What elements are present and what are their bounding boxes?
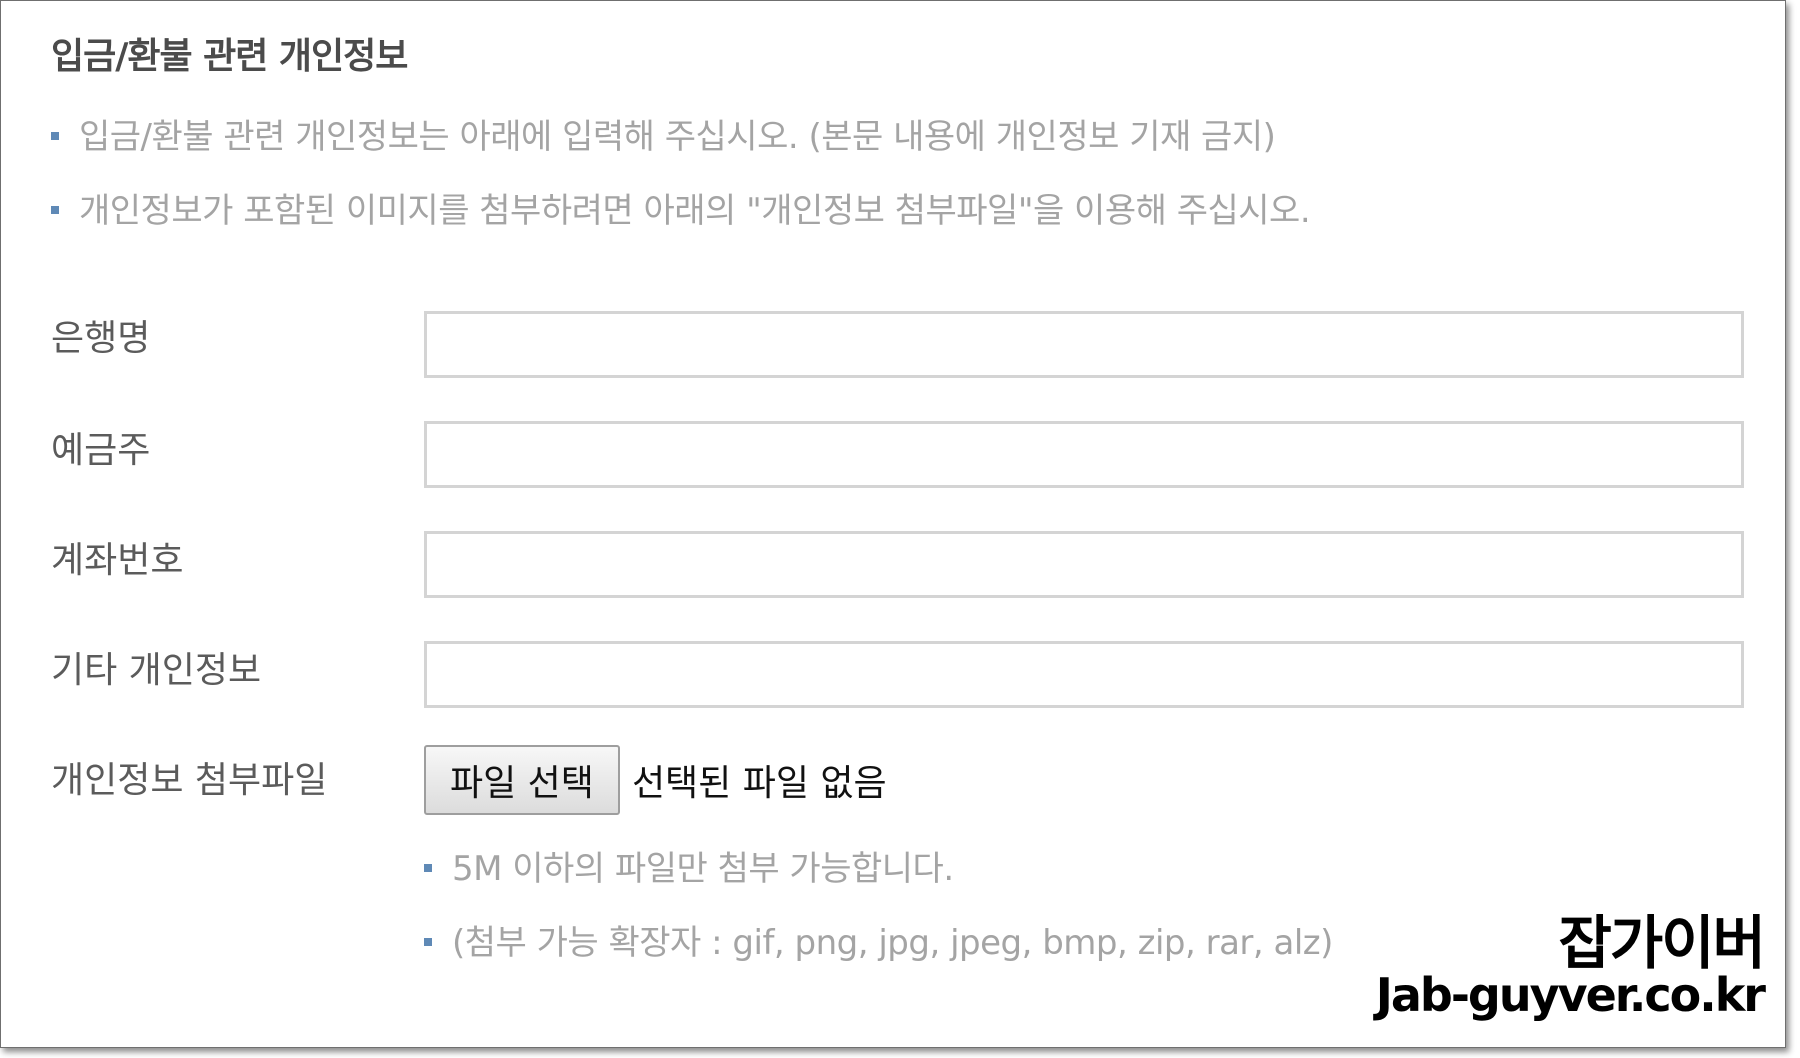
account-number-label: 계좌번호	[51, 540, 184, 581]
notice-item: 입금/환불 관련 개인정보는 아래에 입력해 주십시오. (본문 내용에 개인정…	[51, 109, 1276, 158]
bank-name-label: 은행명	[51, 318, 151, 359]
hint-text: 5M 이하의 파일만 첨부 가능합니다.	[452, 849, 954, 889]
account-holder-label: 예금주	[51, 430, 151, 471]
bullet-icon	[424, 937, 432, 946]
refund-info-panel: 입금/환불 관련 개인정보 입금/환불 관련 개인정보는 아래에 입력해 주십시…	[0, 0, 1786, 1048]
notice-text: 개인정보가 포함된 이미지를 첨부하려면 아래의 "개인정보 첨부파일"을 이용…	[79, 191, 1311, 231]
choose-file-button[interactable]: 파일 선택	[424, 745, 620, 815]
hint-text: (첨부 가능 확장자 : gif, png, jpg, jpeg, bmp, z…	[452, 923, 1333, 963]
account-number-input[interactable]	[424, 531, 1744, 598]
bank-name-input[interactable]	[424, 311, 1744, 378]
notice-text: 입금/환불 관련 개인정보는 아래에 입력해 주십시오. (본문 내용에 개인정…	[79, 117, 1276, 157]
account-holder-input[interactable]	[424, 421, 1744, 488]
attachment-hint: (첨부 가능 확장자 : gif, png, jpg, jpeg, bmp, z…	[424, 915, 1333, 964]
bullet-icon	[424, 863, 432, 872]
attachment-hint: 5M 이하의 파일만 첨부 가능합니다.	[424, 841, 954, 890]
file-status-text: 선택된 파일 없음	[631, 763, 887, 804]
watermark-url: Jab-guyver.co.kr	[1375, 968, 1766, 1022]
attachment-label: 개인정보 첨부파일	[51, 760, 328, 801]
other-info-label: 기타 개인정보	[51, 650, 262, 691]
other-info-input[interactable]	[424, 641, 1744, 708]
bullet-icon	[51, 131, 59, 140]
notice-item: 개인정보가 포함된 이미지를 첨부하려면 아래의 "개인정보 첨부파일"을 이용…	[51, 183, 1311, 232]
section-title: 입금/환불 관련 개인정보	[51, 36, 408, 77]
file-picker: 파일 선택 선택된 파일 없음	[424, 745, 887, 815]
bullet-icon	[51, 205, 59, 214]
